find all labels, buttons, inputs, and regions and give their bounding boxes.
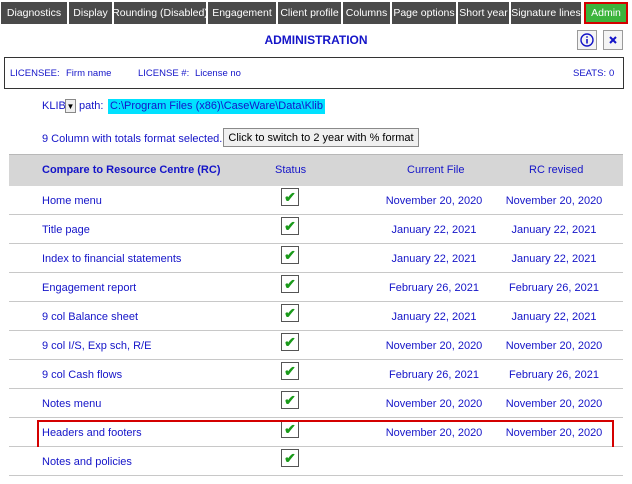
row-name-link[interactable]: 9 col I/S, Exp sch, R/E xyxy=(42,340,151,352)
checkmark-icon: ✔ xyxy=(284,363,296,379)
header-compare: Compare to Resource Centre (RC) xyxy=(42,164,221,176)
tab-short-year[interactable]: Short year xyxy=(458,2,509,24)
table-row: Title page ✔ January 22, 2021 January 22, 2… xyxy=(9,215,623,244)
table-row: Engagement report ✔ February 26, 2021 Febru… xyxy=(9,273,623,302)
klib-dropdown[interactable]: ▼ xyxy=(65,99,76,113)
checkmark-icon: ✔ xyxy=(284,450,296,466)
current-file-date: January 22, 2021 xyxy=(391,224,477,236)
tab-client-profile[interactable]: Client profile xyxy=(278,2,341,24)
checkmark-icon: ✔ xyxy=(284,189,296,205)
info-icon[interactable] xyxy=(577,30,597,50)
rc-revised-date: November 20, 2020 xyxy=(505,427,603,439)
tab-bar: Diagnostics Display Rounding (Disabled) … xyxy=(0,0,632,26)
row-name-link[interactable]: Engagement report xyxy=(42,282,136,294)
tab-rounding[interactable]: Rounding (Disabled) xyxy=(112,2,208,24)
checkmark-icon: ✔ xyxy=(284,392,296,408)
rc-revised-date: January 22, 2021 xyxy=(511,253,597,265)
header-rc-revised: RC revised xyxy=(529,164,584,176)
licensee-value: Firm name xyxy=(66,68,112,79)
current-file-date: February 26, 2021 xyxy=(389,282,479,294)
status-checkbox[interactable]: ✔ xyxy=(281,246,299,264)
row-name-link[interactable]: Headers and footers xyxy=(42,427,142,439)
tab-signature-lines[interactable]: Signature lines xyxy=(511,2,581,24)
rc-revised-date: November 20, 2020 xyxy=(505,195,603,207)
table-row: 9 col Cash flows ✔ February 26, 2021 Februa… xyxy=(9,360,623,389)
close-icon[interactable] xyxy=(603,30,623,50)
status-checkbox[interactable]: ✔ xyxy=(281,304,299,322)
row-name-link[interactable]: Index to financial statements xyxy=(42,253,181,265)
status-checkbox[interactable]: ✔ xyxy=(281,420,299,438)
checkmark-icon: ✔ xyxy=(284,276,296,292)
checkmark-icon: ✔ xyxy=(284,421,296,437)
table-row: Index to financial statements ✔ January 22… xyxy=(9,244,623,273)
current-file-date: November 20, 2020 xyxy=(385,340,483,352)
info-icon-glyph xyxy=(580,33,594,47)
status-checkbox[interactable]: ✔ xyxy=(281,362,299,380)
status-checkbox[interactable]: ✔ xyxy=(281,275,299,293)
close-icon-glyph xyxy=(609,36,617,44)
licensee-label: LICENSEE: xyxy=(10,68,60,79)
checkmark-icon: ✔ xyxy=(284,247,296,263)
current-file-date: January 22, 2021 xyxy=(391,253,477,265)
table-row: Home menu ✔ November 20, 2020 November 20, … xyxy=(9,186,623,215)
klib-path-value[interactable]: C:\Program Files (x86)\CaseWare\Data\Kli… xyxy=(108,99,325,114)
seats-label: SEATS: xyxy=(573,68,607,79)
rc-revised-date: January 22, 2021 xyxy=(511,224,597,236)
row-name-link[interactable]: Notes and policies xyxy=(42,456,132,468)
status-checkbox[interactable]: ✔ xyxy=(281,188,299,206)
current-file-date: January 22, 2021 xyxy=(391,311,477,323)
compare-table: Compare to Resource Centre (RC) Status C… xyxy=(9,154,623,476)
license-label: LICENSE #: xyxy=(138,68,190,79)
chevron-down-icon: ▼ xyxy=(66,101,75,111)
table-row: Headers and footers ✔ November 20, 2020 Nov… xyxy=(9,418,623,453)
row-name-link[interactable]: Home menu xyxy=(42,195,102,207)
table-row: Notes menu ✔ November 20, 2020 November 20,… xyxy=(9,389,623,418)
checkmark-icon: ✔ xyxy=(284,305,296,321)
row-name-link[interactable]: 9 col Balance sheet xyxy=(42,311,138,323)
row-name-link[interactable]: Notes menu xyxy=(42,398,101,410)
klib-label: KLIB xyxy=(42,100,66,112)
table-row: 9 col Balance sheet ✔ January 22, 2021 Janu… xyxy=(9,302,623,331)
format-status-text: 9 Column with totals format selected. xyxy=(42,133,223,145)
admin-header: ADMINISTRATION xyxy=(0,26,632,54)
row-name-link[interactable]: 9 col Cash flows xyxy=(42,369,122,381)
licensee-info-box: LICENSEE: Firm name LICENSE #: License n… xyxy=(4,57,624,89)
table-header: Compare to Resource Centre (RC) Status C… xyxy=(9,154,623,186)
tab-columns[interactable]: Columns xyxy=(343,2,390,24)
rc-revised-date: January 22, 2021 xyxy=(511,311,597,323)
tab-admin[interactable]: Admin xyxy=(584,2,628,24)
license-value: License no xyxy=(195,68,241,79)
seats-value: 0 xyxy=(609,68,615,79)
header-status: Status xyxy=(275,164,307,176)
status-checkbox[interactable]: ✔ xyxy=(281,449,299,467)
status-checkbox[interactable]: ✔ xyxy=(281,391,299,409)
table-body: Home menu ✔ November 20, 2020 November 20, … xyxy=(9,186,623,476)
checkmark-icon: ✔ xyxy=(284,334,296,350)
current-file-date: November 20, 2020 xyxy=(385,427,483,439)
tab-engagement[interactable]: Engagement xyxy=(208,2,276,24)
current-file-date: November 20, 2020 xyxy=(385,195,483,207)
rc-revised-date: November 20, 2020 xyxy=(505,398,603,410)
tab-diagnostics[interactable]: Diagnostics xyxy=(1,2,67,24)
switch-format-button[interactable]: Click to switch to 2 year with % format xyxy=(223,128,419,147)
table-row: Notes and policies ✔ xyxy=(9,447,623,476)
rc-revised-date: February 26, 2021 xyxy=(509,282,599,294)
path-label: path: xyxy=(79,100,104,112)
table-row: 9 col I/S, Exp sch, R/E ✔ November 20, 202… xyxy=(9,331,623,360)
current-file-date: November 20, 2020 xyxy=(385,398,483,410)
tab-display[interactable]: Display xyxy=(69,2,112,24)
rc-revised-date: November 20, 2020 xyxy=(505,340,603,352)
current-file-date: February 26, 2021 xyxy=(389,369,479,381)
checkmark-icon: ✔ xyxy=(284,218,296,234)
header-current-file: Current File xyxy=(407,164,465,176)
status-checkbox[interactable]: ✔ xyxy=(281,217,299,235)
page-title: ADMINISTRATION xyxy=(264,33,368,47)
row-name-link[interactable]: Title page xyxy=(42,224,90,236)
rc-revised-date: February 26, 2021 xyxy=(509,369,599,381)
status-checkbox[interactable]: ✔ xyxy=(281,333,299,351)
tab-page-options[interactable]: Page options xyxy=(392,2,456,24)
